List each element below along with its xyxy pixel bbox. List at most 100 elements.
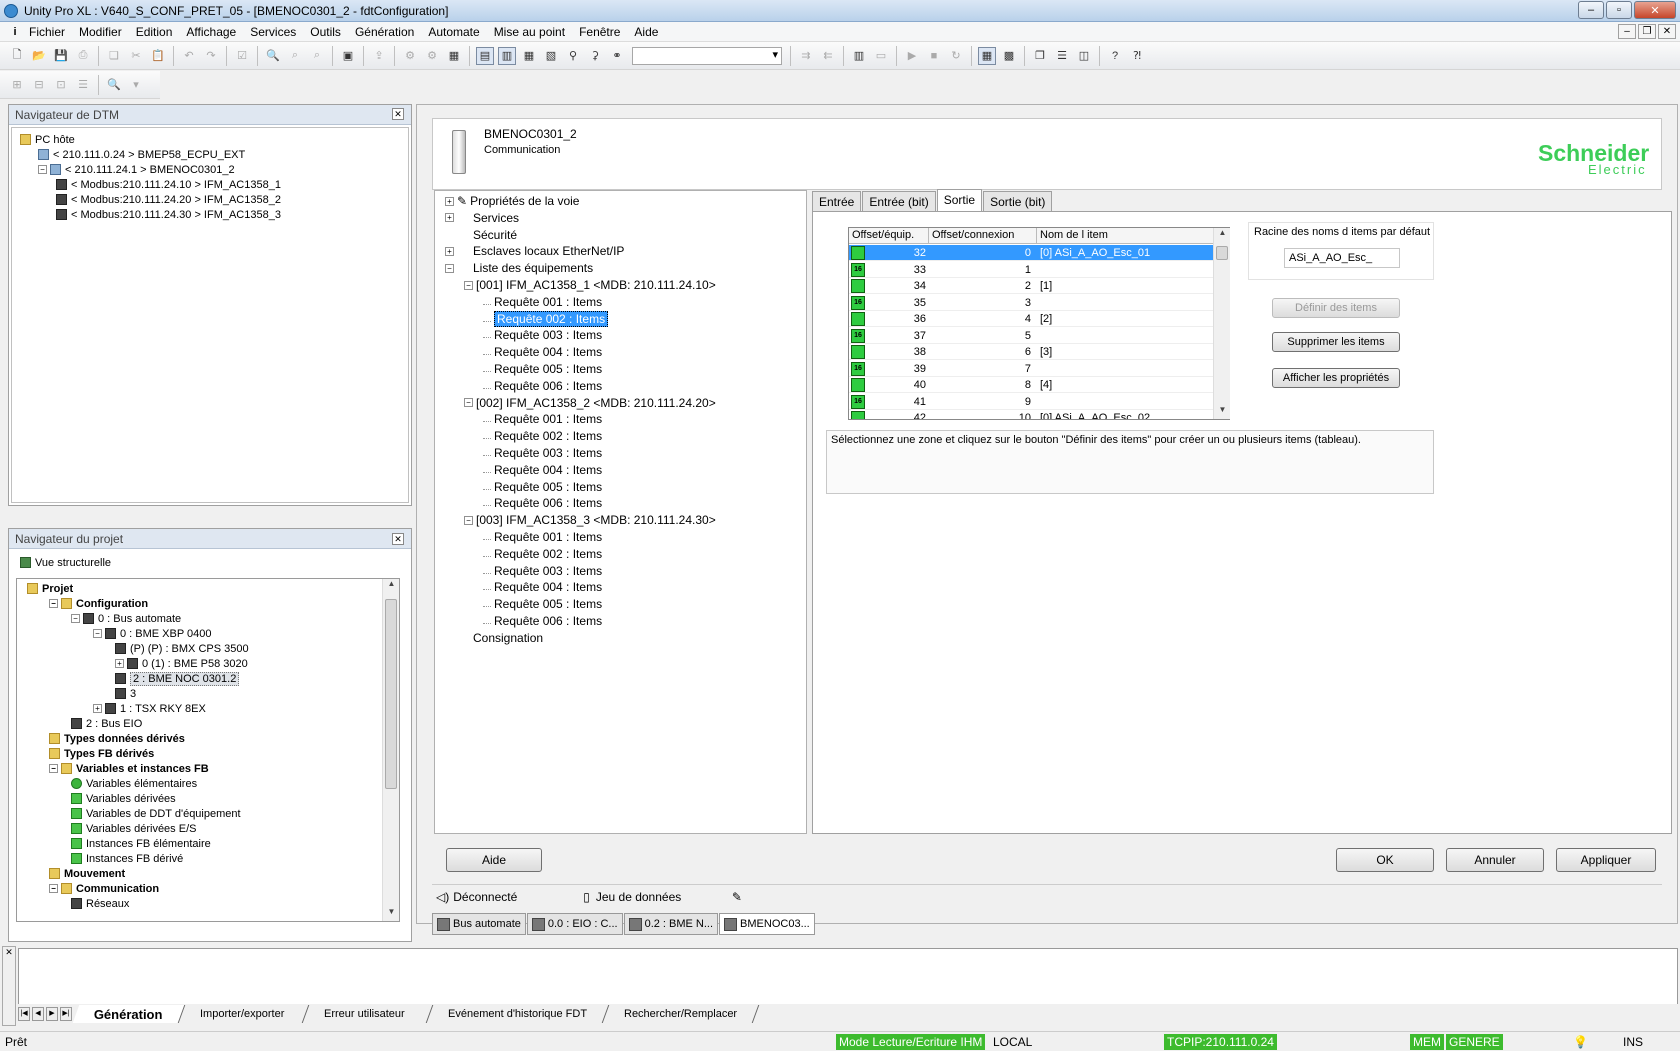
- maximize-button[interactable]: ▫: [1606, 1, 1632, 19]
- tile-horizontal-icon[interactable]: ☰: [1053, 47, 1071, 65]
- col-header-device-offset[interactable]: Offset/équip.: [849, 228, 929, 243]
- variables-icon[interactable]: ▧: [542, 47, 560, 65]
- first-tab-icon[interactable]: |◀: [18, 1007, 30, 1021]
- tree-props-icon[interactable]: ⊡: [52, 76, 70, 94]
- tile-vertical-icon[interactable]: ◫: [1075, 47, 1093, 65]
- channel-tree-item[interactable]: + Services: [445, 210, 519, 226]
- output-tab-0[interactable]: Génération: [72, 1005, 185, 1023]
- channel-tree-item[interactable]: Requête 005 : Items: [483, 479, 602, 495]
- tab-2[interactable]: Sortie: [936, 189, 983, 211]
- scroll-down-icon[interactable]: ▼: [383, 907, 400, 921]
- collapse-icon[interactable]: −: [49, 599, 58, 608]
- memory-icon[interactable]: ▥: [850, 47, 868, 65]
- grid-scrollbar[interactable]: ▲ ▼: [1213, 228, 1230, 419]
- calendar-icon[interactable]: ▦: [445, 47, 463, 65]
- zoom-dropdown-icon[interactable]: ▾: [127, 76, 145, 94]
- network-icon[interactable]: ⚲: [564, 47, 582, 65]
- collapse-icon[interactable]: −: [71, 614, 80, 623]
- find-icon[interactable]: 🔍: [264, 47, 282, 65]
- undo-icon[interactable]: ↶: [180, 47, 198, 65]
- plc-screen-icon[interactable]: ▩: [1000, 47, 1018, 65]
- collapse-icon[interactable]: −: [464, 280, 473, 290]
- channel-tree-item[interactable]: Requête 001 : Items: [483, 529, 602, 545]
- grid-row[interactable]: 16 39 7: [849, 361, 1215, 377]
- channel-tree-item[interactable]: + ✎ Propriétés de la voie: [445, 193, 579, 209]
- channel-tree-item[interactable]: Requête 002 : Items: [483, 546, 602, 562]
- expand-icon[interactable]: +: [445, 196, 454, 206]
- col-header-connection-offset[interactable]: Offset/connexion: [929, 228, 1037, 243]
- project-tree-item[interactable]: +0 (1) : BME P58 3020: [115, 656, 248, 671]
- channel-tree-item[interactable]: Requête 002 : Items: [483, 428, 602, 444]
- project-tree-scrollbar[interactable]: ▲ ▼: [382, 579, 399, 921]
- expand-icon[interactable]: +: [115, 659, 124, 668]
- project-tree-item[interactable]: 3: [115, 686, 136, 701]
- items-grid[interactable]: Offset/équip. Offset/connexion Nom de l …: [848, 227, 1230, 420]
- binoculars-icon[interactable]: ⚭: [608, 47, 626, 65]
- transfer-to-plc-icon[interactable]: ⇉: [797, 47, 815, 65]
- collapse-icon[interactable]: −: [445, 263, 454, 273]
- channel-tree-item[interactable]: − Liste des équipements: [445, 260, 593, 276]
- collapse-icon[interactable]: −: [464, 398, 473, 408]
- new-file-icon[interactable]: 🗋: [8, 47, 26, 65]
- build-icon[interactable]: ⚙: [401, 47, 419, 65]
- channel-tree-item[interactable]: + Esclaves locaux EtherNet/IP: [445, 243, 624, 259]
- dtm-navigator-close-icon[interactable]: ✕: [392, 108, 404, 120]
- dtm-tree-item[interactable]: < Modbus:210.111.24.10 > IFM_AC1358_1: [56, 177, 281, 192]
- redo-icon[interactable]: ↷: [202, 47, 220, 65]
- channel-tree-item[interactable]: Requête 002 : Items: [483, 310, 609, 327]
- channel-tree-item[interactable]: Requête 005 : Items: [483, 596, 602, 612]
- monitor-icon[interactable]: ▭: [872, 47, 890, 65]
- grid-row[interactable]: 36 4 [2]: [849, 311, 1215, 327]
- grid-row[interactable]: 40 8 [4]: [849, 377, 1215, 393]
- grid-row[interactable]: 32 0 [0] ASi_A_AO_Esc_01: [849, 245, 1215, 261]
- open-folder-icon[interactable]: 📂: [30, 47, 48, 65]
- expand-icon[interactable]: +: [445, 246, 454, 256]
- menu-item-9[interactable]: Fenêtre: [572, 25, 627, 39]
- doc-close-button[interactable]: ✕: [1658, 24, 1676, 39]
- project-tree-item[interactable]: Réseaux: [71, 896, 129, 911]
- menu-item-2[interactable]: Edition: [129, 25, 180, 39]
- tree-network-icon[interactable]: ⊟: [30, 76, 48, 94]
- collapse-icon[interactable]: −: [49, 884, 58, 893]
- collapse-icon[interactable]: −: [49, 764, 58, 773]
- show-properties-button[interactable]: Afficher les propriétés: [1272, 368, 1400, 388]
- project-tree-item[interactable]: − Configuration: [49, 596, 148, 611]
- grid-scroll-thumb[interactable]: [1216, 246, 1228, 260]
- grid-row[interactable]: 16 37 5: [849, 328, 1215, 344]
- screen-icon[interactable]: ▣: [339, 47, 357, 65]
- col-header-item-name[interactable]: Nom de l item: [1037, 228, 1215, 243]
- output-tab-4[interactable]: Rechercher/Remplacer: [602, 1005, 760, 1023]
- channel-tree-item[interactable]: Requête 006 : Items: [483, 378, 602, 394]
- transfer-from-plc-icon[interactable]: ⇇: [819, 47, 837, 65]
- grid-row[interactable]: 16 35 3: [849, 295, 1215, 311]
- project-tree-item[interactable]: 2 : Bus EIO: [71, 716, 142, 731]
- project-tree-item[interactable]: Projet: [27, 581, 73, 596]
- last-tab-icon[interactable]: ▶|: [60, 1007, 72, 1021]
- menu-item-7[interactable]: Automate: [421, 25, 486, 39]
- doc-tab-2[interactable]: 0.2 : BME N...: [623, 913, 719, 935]
- replace-icon[interactable]: ⌕: [286, 47, 304, 65]
- tree-add-icon[interactable]: ⊞: [8, 76, 26, 94]
- doc-restore-button[interactable]: ❐: [1638, 24, 1656, 39]
- channel-tree-item[interactable]: Requête 006 : Items: [483, 613, 602, 629]
- toolbar-combo[interactable]: [632, 46, 782, 65]
- channel-tree-item[interactable]: − [003] IFM_AC1358_3 <MDB: 210.111.24.30>: [464, 512, 716, 528]
- dtm-tree-item[interactable]: PC hôte: [20, 132, 75, 147]
- project-tree-item[interactable]: +1 : TSX RKY 8EX: [93, 701, 206, 716]
- project-tree-item[interactable]: − Variables et instances FB: [49, 761, 209, 776]
- doc-tab-1[interactable]: 0.0 : EIO : C...: [526, 913, 623, 935]
- project-browser-icon[interactable]: ▤: [476, 46, 494, 65]
- zoom-icon[interactable]: 🔍: [105, 76, 123, 94]
- channel-tree-item[interactable]: Requête 001 : Items: [483, 411, 602, 427]
- collapse-icon[interactable]: −: [93, 629, 102, 638]
- channel-tree-item[interactable]: − [001] IFM_AC1358_1 <MDB: 210.111.24.10>: [464, 277, 716, 293]
- channel-tree-item[interactable]: Consignation: [445, 630, 543, 646]
- project-tree-item[interactable]: Types données dérivés: [49, 731, 185, 746]
- dtm-tree-item[interactable]: < Modbus:210.111.24.20 > IFM_AC1358_2: [56, 192, 281, 207]
- connect-icon[interactable]: ⚳: [586, 47, 604, 65]
- grid-row[interactable]: 38 6 [3]: [849, 344, 1215, 360]
- collapse-icon[interactable]: −: [38, 165, 47, 174]
- menu-item-4[interactable]: Services: [243, 25, 303, 39]
- project-tree-item[interactable]: Variables de DDT d'équipement: [71, 806, 241, 821]
- grid-row[interactable]: 16 41 9: [849, 394, 1215, 410]
